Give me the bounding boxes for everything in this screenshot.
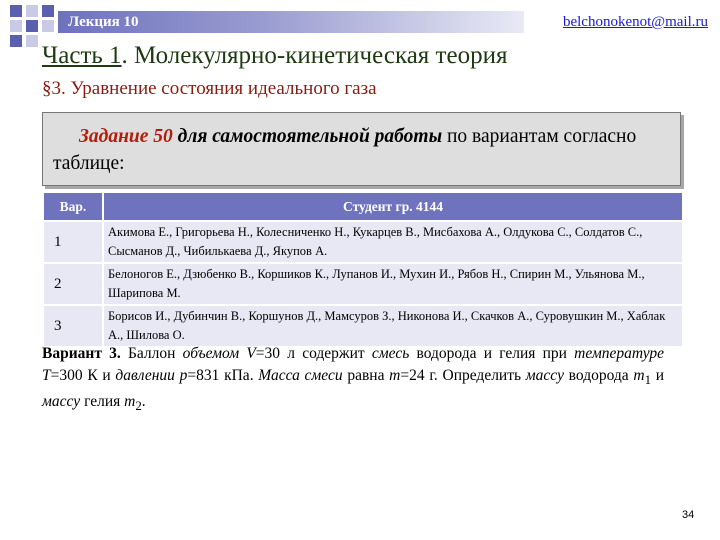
variant-number: 2: [42, 262, 104, 306]
problem-fragment: =300 К и: [50, 367, 116, 384]
email-link[interactable]: belchonokenot@mail.ru: [563, 13, 708, 31]
problem-fragment: температуре: [574, 345, 664, 362]
slide-title: Часть 1. Молекулярно-кинетическая теория: [42, 40, 507, 72]
deco-square: [26, 35, 38, 47]
problem-fragment: и: [651, 367, 665, 384]
mass-symbol: m: [389, 367, 401, 384]
problem-text: Вариант 3. Баллон объемом V=30 л содержи…: [42, 343, 664, 417]
deco-square: [10, 20, 22, 32]
m1-symbol: m: [633, 367, 645, 384]
problem-fragment: массу: [42, 393, 81, 411]
title-part-link[interactable]: Часть 1: [42, 42, 122, 69]
volume-symbol: V: [246, 345, 256, 362]
problem-fragment: водорода: [563, 367, 634, 384]
problem-fragment: гелия: [80, 393, 125, 411]
problem-fragment: водорода и гелия при: [409, 345, 575, 362]
deco-square: [10, 5, 22, 17]
student-names: Белоногов Е., Дзюбенко В., Коршиков К., …: [102, 262, 684, 306]
problem-fragment: давлении: [115, 367, 175, 384]
column-header-students: Студент гр. 4144: [102, 191, 684, 222]
problem-fragment: массу: [525, 367, 564, 384]
task-label: Задание 50: [79, 126, 173, 147]
student-names: Борисов И., Дубинчин В., Коршунов Д., Ма…: [102, 304, 684, 348]
problem-fragment: смесь: [371, 345, 410, 362]
problem-fragment: .: [141, 393, 146, 411]
problem-fragment: =30 л содержит: [255, 345, 372, 362]
deco-square: [10, 35, 22, 47]
deco-square: [42, 5, 54, 17]
variant-number: 3: [42, 304, 104, 348]
variant-number: 1: [42, 220, 104, 264]
task-box: Задание 50 для самостоятельной работы по…: [42, 112, 681, 186]
problem-fragment: объемом: [182, 345, 240, 362]
problem-fragment: =831 кПа.: [187, 367, 259, 384]
table-header-row: Вар. Студент гр. 4144: [42, 191, 684, 222]
student-names: Акимова Е., Григорьева Н., Колесниченко …: [102, 220, 684, 264]
table-row: 1 Акимова Е., Григорьева Н., Колесниченк…: [42, 220, 684, 264]
problem-fragment: Масса смеси: [258, 367, 343, 384]
deco-square: [42, 20, 54, 32]
problem-fragment: =24 г. Определить: [400, 367, 526, 384]
student-table: Вар. Студент гр. 4144 1 Акимова Е., Григ…: [42, 191, 684, 348]
m2-symbol: m: [124, 393, 136, 411]
deco-square: [26, 5, 38, 17]
problem-fragment: Баллон: [120, 345, 183, 362]
lecture-label: Лекция 10: [68, 14, 139, 30]
variant-label: Вариант 3.: [42, 345, 121, 362]
problem-fragment: равна: [342, 367, 390, 384]
page-number: 34: [682, 509, 695, 521]
deco-square: [26, 20, 38, 32]
slide-subtitle: §3. Уравнение состояния идеального газа: [42, 78, 377, 99]
title-text: . Молекулярно-кинетическая теория: [121, 42, 508, 69]
table-row: 2 Белоногов Е., Дзюбенко В., Коршиков К.…: [42, 262, 684, 306]
temperature-symbol: T: [42, 367, 51, 384]
table-row: 3 Борисов И., Дубинчин В., Коршунов Д., …: [42, 304, 684, 348]
column-header-variant: Вар.: [42, 191, 104, 222]
task-emphasis: для самостоятельной работы: [177, 126, 443, 147]
